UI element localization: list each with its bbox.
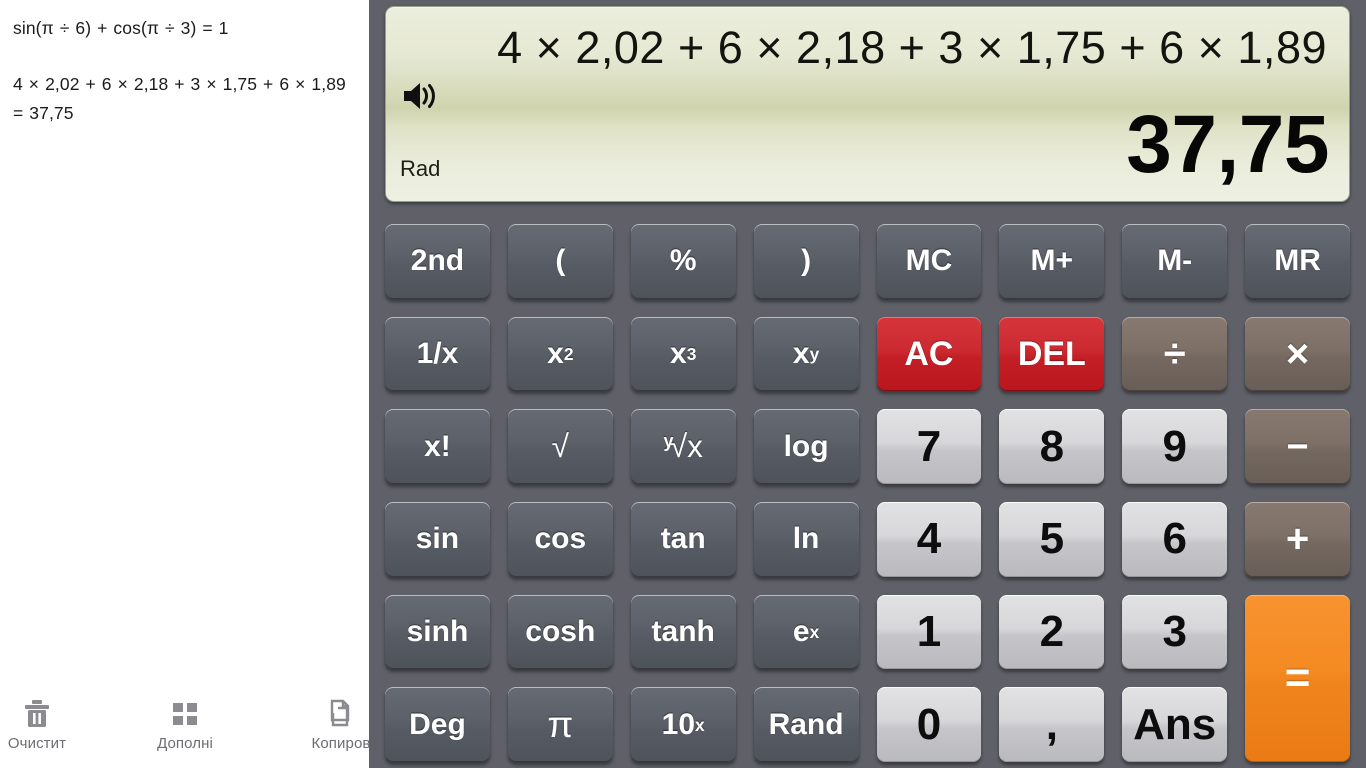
key-deg[interactable]: Deg <box>385 687 490 762</box>
grid-icon <box>167 696 203 732</box>
copy-icon <box>323 696 359 732</box>
key-tan[interactable]: tan <box>630 501 736 577</box>
history-entry[interactable]: sin(π ÷ 6) + cos(π ÷ 3) = 1 <box>13 14 353 43</box>
key-sinh[interactable]: sinh <box>385 594 490 670</box>
copy-label: Копиров <box>311 735 369 752</box>
speaker-on-icon[interactable] <box>400 76 442 116</box>
key-6[interactable]: 6 <box>1122 501 1228 577</box>
key-4[interactable]: 4 <box>876 501 982 577</box>
key-decimal-comma[interactable]: , <box>999 687 1105 762</box>
key-pi[interactable]: π <box>507 687 613 762</box>
calculator-panel: 4 × 2,02 + 6 × 2,18 + 3 × 1,75 + 6 × 1,8… <box>369 0 1366 768</box>
key-reciprocal[interactable]: 1/x <box>385 316 490 392</box>
clear-history-button[interactable]: Очистит <box>0 696 74 752</box>
calculator-app: sin(π ÷ 6) + cos(π ÷ 3) = 1 4 × 2,02 + 6 … <box>0 0 1366 768</box>
clear-history-label: Очистит <box>7 735 67 752</box>
history-toolbar: Очистит Дополні Копиров <box>0 690 369 768</box>
key-ac[interactable]: AC <box>876 316 982 392</box>
key-divide[interactable]: ÷ <box>1122 316 1228 392</box>
key-sin[interactable]: sin <box>385 501 490 577</box>
key-3[interactable]: 3 <box>1122 594 1228 670</box>
key-rand[interactable]: Rand <box>753 687 859 762</box>
more-options-button[interactable]: Дополні <box>74 696 296 752</box>
key-tanh[interactable]: tanh <box>630 594 736 670</box>
history-list[interactable]: sin(π ÷ 6) + cos(π ÷ 3) = 1 4 × 2,02 + 6 … <box>0 0 369 128</box>
key-cube[interactable]: x3 <box>630 316 736 392</box>
key-del[interactable]: DEL <box>999 316 1105 392</box>
display-result: 37,75 <box>1126 99 1329 190</box>
key-2nd[interactable]: 2nd <box>385 224 490 299</box>
key-multiply[interactable]: × <box>1245 316 1350 392</box>
display-expression: 4 × 2,02 + 6 × 2,18 + 3 × 1,75 + 6 × 1,8… <box>497 22 1327 73</box>
key-close-paren[interactable]: ) <box>753 224 859 299</box>
key-sqrt[interactable]: √ <box>507 409 613 484</box>
key-log[interactable]: log <box>753 409 859 484</box>
key-square[interactable]: x2 <box>507 316 613 392</box>
key-5[interactable]: 5 <box>999 501 1105 577</box>
key-power-ten[interactable]: 10 x <box>630 687 736 762</box>
calculator-display[interactable]: 4 × 2,02 + 6 × 2,18 + 3 × 1,75 + 6 × 1,8… <box>385 6 1350 202</box>
key-9[interactable]: 9 <box>1122 409 1228 484</box>
key-ans[interactable]: Ans <box>1122 687 1228 762</box>
key-mc[interactable]: MC <box>876 224 982 299</box>
key-factorial[interactable]: x! <box>385 409 490 484</box>
history-panel: sin(π ÷ 6) + cos(π ÷ 3) = 1 4 × 2,02 + 6 … <box>0 0 369 768</box>
history-entry[interactable]: 4 × 2,02 + 6 × 2,18 + 3 × 1,75 + 6 × 1,8… <box>13 70 353 128</box>
key-cos[interactable]: cos <box>507 501 613 577</box>
trash-icon <box>19 696 55 732</box>
key-power[interactable]: xy <box>753 316 859 392</box>
key-percent[interactable]: % <box>630 224 736 299</box>
key-equals[interactable]: = <box>1245 594 1350 762</box>
key-open-paren[interactable]: ( <box>507 224 613 299</box>
key-mr[interactable]: MR <box>1245 224 1350 299</box>
key-exp[interactable]: ex <box>753 594 859 670</box>
key-7[interactable]: 7 <box>876 409 982 484</box>
more-options-label: Дополні <box>157 735 213 752</box>
angle-mode-indicator: Rad <box>400 156 441 181</box>
key-1[interactable]: 1 <box>876 594 982 670</box>
key-8[interactable]: 8 <box>999 409 1105 484</box>
keypad: 2nd(%) MC M+ M- MR 1/x x 2 x 3 x y AC DEL ÷ × x! √ y √x log 7… <box>385 224 1350 762</box>
copy-button[interactable]: Копиров <box>296 696 369 752</box>
key-subtract[interactable]: − <box>1245 409 1350 484</box>
key-m-plus[interactable]: M+ <box>999 224 1105 299</box>
key-2[interactable]: 2 <box>999 594 1105 670</box>
key-nth-root[interactable]: y √x <box>630 409 736 484</box>
key-0[interactable]: 0 <box>876 687 982 762</box>
key-cosh[interactable]: cosh <box>507 594 613 670</box>
key-add[interactable]: + <box>1245 501 1350 577</box>
key-m-minus[interactable]: M- <box>1122 224 1228 299</box>
key-ln[interactable]: ln <box>753 501 859 577</box>
